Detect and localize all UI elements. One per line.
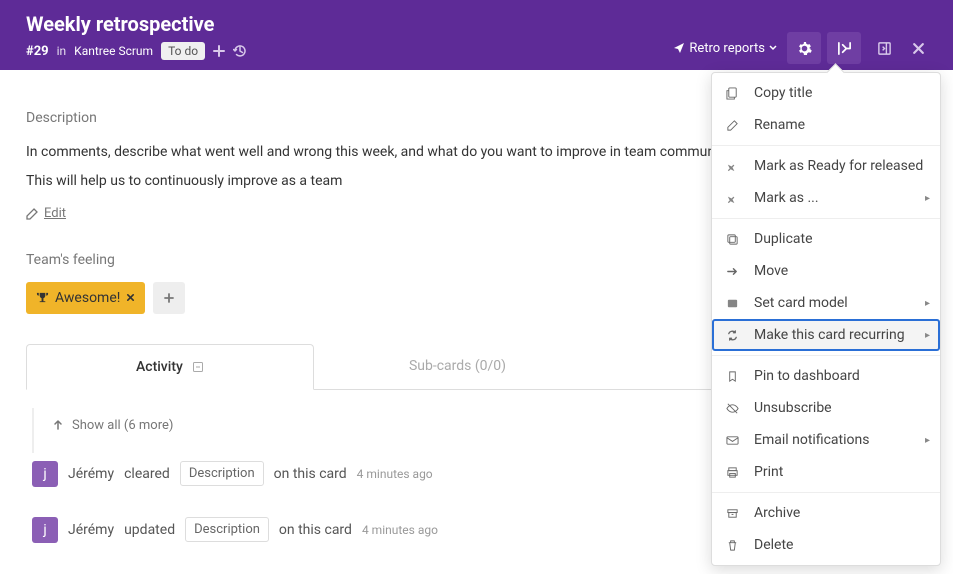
activity-suffix: on this card — [274, 466, 347, 482]
menu-email[interactable]: Email notifications ▸ — [712, 424, 940, 456]
trash-icon — [726, 539, 742, 552]
chevron-right-icon: ▸ — [925, 330, 930, 341]
print-icon — [726, 466, 742, 479]
menu-archive[interactable]: Archive — [712, 497, 940, 529]
remove-tag-icon[interactable] — [126, 293, 135, 302]
card-number: #29 — [26, 44, 49, 59]
menu-label: Email notifications — [754, 432, 869, 448]
show-all-label: Show all (6 more) — [72, 418, 173, 433]
menu-mark-ready[interactable]: Mark as Ready for released — [712, 150, 940, 182]
tab-activity-label: Activity — [136, 359, 183, 375]
activity-chip: Description — [180, 461, 264, 486]
activity-suffix: on this card — [279, 522, 352, 538]
enter-button[interactable] — [827, 32, 861, 64]
panel-button[interactable] — [867, 32, 901, 64]
history-icon[interactable] — [233, 44, 247, 58]
menu-label: Print — [754, 464, 783, 480]
menu-label: Pin to dashboard — [754, 368, 860, 384]
retro-reports-label: Retro reports — [689, 41, 765, 56]
pin-icon — [726, 160, 742, 173]
menu-label: Set card model — [754, 295, 848, 311]
arrow-right-icon — [726, 265, 742, 278]
avatar[interactable]: j — [32, 461, 58, 487]
copy-icon — [726, 87, 742, 100]
bookmark-icon — [726, 370, 742, 383]
eye-off-icon — [726, 402, 742, 415]
menu-rename[interactable]: Rename — [712, 109, 940, 141]
recurring-icon — [726, 329, 742, 342]
menu-separator — [712, 145, 940, 146]
menu-move[interactable]: Move — [712, 255, 940, 287]
chevron-right-icon: ▸ — [925, 435, 930, 446]
status-badge[interactable]: To do — [161, 42, 205, 60]
menu-label: Unsubscribe — [754, 400, 832, 416]
card-actions-menu: Copy title Rename Mark as Ready for rele… — [711, 72, 941, 566]
enter-icon — [837, 41, 852, 56]
add-feeling-tag[interactable] — [153, 282, 185, 314]
caret-down-icon — [769, 44, 777, 52]
menu-label: Mark as Ready for released — [754, 158, 923, 174]
menu-recurring[interactable]: Make this card recurring ▸ — [712, 319, 940, 351]
in-text: in — [57, 44, 67, 58]
tab-subcards[interactable]: Sub-cards (0/0) — [314, 344, 600, 389]
menu-duplicate[interactable]: Duplicate — [712, 223, 940, 255]
avatar[interactable]: j — [32, 517, 58, 543]
activity-user: Jérémy — [68, 466, 114, 482]
close-icon — [912, 42, 925, 55]
menu-copy-title[interactable]: Copy title — [712, 77, 940, 109]
card-header: Weekly retrospective #29 in Kantree Scru… — [0, 0, 953, 70]
send-icon — [673, 42, 685, 54]
panel-right-icon — [877, 41, 892, 56]
menu-label: Make this card recurring — [754, 327, 905, 343]
menu-label: Move — [754, 263, 788, 279]
activity-time: 4 minutes ago — [357, 467, 433, 481]
menu-pin[interactable]: Pin to dashboard — [712, 360, 940, 392]
pencil-icon — [26, 208, 38, 220]
menu-label: Copy title — [754, 85, 812, 101]
menu-set-model[interactable]: Set card model ▸ — [712, 287, 940, 319]
gear-icon — [797, 41, 812, 56]
close-button[interactable] — [901, 32, 935, 64]
activity-user: Jérémy — [68, 522, 114, 538]
feeling-tag-label: Awesome! — [55, 290, 120, 306]
chevron-right-icon: ▸ — [925, 298, 930, 309]
edit-description-link[interactable]: Edit — [26, 206, 66, 221]
menu-separator — [712, 492, 940, 493]
menu-separator — [712, 355, 940, 356]
card-icon — [726, 297, 742, 310]
arrow-up-icon — [52, 419, 64, 431]
activity-time: 4 minutes ago — [362, 523, 438, 537]
duplicate-icon — [726, 233, 742, 246]
menu-label: Archive — [754, 505, 800, 521]
activity-chip: Description — [185, 517, 269, 542]
feeling-tag-awesome[interactable]: Awesome! — [26, 282, 145, 314]
menu-separator — [712, 218, 940, 219]
plus-icon — [163, 292, 175, 304]
archive-icon — [726, 507, 742, 520]
activity-verb: updated — [124, 522, 175, 538]
mail-icon — [726, 434, 742, 447]
retro-reports-link[interactable]: Retro reports — [673, 41, 777, 56]
menu-label: Rename — [754, 117, 805, 133]
collapse-icon — [192, 361, 204, 373]
trophy-icon — [36, 291, 49, 304]
menu-label: Mark as ... — [754, 190, 819, 206]
tab-activity[interactable]: Activity — [26, 344, 314, 390]
board-link[interactable]: Kantree Scrum — [74, 44, 153, 58]
menu-delete[interactable]: Delete — [712, 529, 940, 561]
menu-label: Delete — [754, 537, 793, 553]
show-all-link[interactable]: Show all (6 more) — [40, 408, 173, 453]
header-actions: Retro reports — [673, 32, 935, 64]
menu-unsubscribe[interactable]: Unsubscribe — [712, 392, 940, 424]
menu-mark-as[interactable]: Mark as ... ▸ — [712, 182, 940, 214]
chevron-right-icon: ▸ — [925, 193, 930, 204]
pencil-icon — [726, 119, 742, 132]
add-icon[interactable] — [213, 45, 225, 57]
menu-label: Duplicate — [754, 231, 813, 247]
pin-icon — [726, 192, 742, 205]
settings-button[interactable] — [787, 32, 821, 64]
activity-verb: cleared — [124, 466, 170, 482]
edit-label: Edit — [44, 206, 66, 221]
menu-print[interactable]: Print — [712, 456, 940, 488]
